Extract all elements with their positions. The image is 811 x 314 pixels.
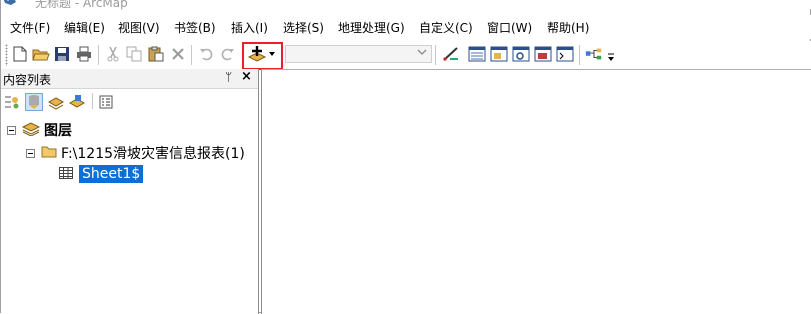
cut-icon[interactable]	[104, 45, 122, 63]
toolbar-separator	[98, 45, 99, 65]
table-node[interactable]: Sheet1$	[59, 165, 144, 183]
folder-path-label: F:\1215滑坡灾害信息报表(1)	[61, 146, 245, 162]
list-by-drawing-order-icon[interactable]	[3, 93, 21, 111]
table-icon	[59, 166, 73, 182]
menu-windows[interactable]: 窗口(W)	[487, 19, 532, 36]
toc-title: 内容列表	[3, 73, 52, 87]
list-by-selection-icon[interactable]	[68, 93, 86, 111]
layers-node[interactable]: 图层	[7, 120, 72, 140]
close-icon[interactable]: ×	[241, 69, 252, 84]
arcmap-window: 无标题 - ArcMap 文件(F) 编辑(E) 视图(V) 书签(B) 插入(…	[0, 0, 811, 314]
menu-file[interactable]: 文件(F)	[10, 19, 50, 36]
folder-icon	[41, 145, 57, 161]
add-data-highlight	[242, 42, 283, 70]
search-window-icon[interactable]	[512, 45, 530, 63]
toolbar-separator	[191, 45, 192, 65]
options-icon[interactable]	[97, 93, 115, 111]
folder-node[interactable]: F:\1215滑坡灾害信息报表(1)	[26, 143, 245, 163]
catalog-icon[interactable]	[490, 45, 508, 63]
toolbar-separator	[579, 45, 580, 65]
title-bar: 无标题 - ArcMap	[1, 0, 811, 10]
paste-icon[interactable]	[147, 45, 165, 63]
chevron-down-icon[interactable]	[417, 48, 427, 59]
model-builder-icon[interactable]	[585, 45, 603, 63]
layers-label: 图层	[44, 123, 72, 139]
pin-icon[interactable]: ᛘ	[225, 70, 232, 84]
toolbar-separator	[435, 45, 436, 65]
menu-insert[interactable]: 插入(I)	[231, 19, 268, 36]
editor-toolbar-icon[interactable]	[442, 45, 460, 63]
menu-view[interactable]: 视图(V)	[118, 19, 160, 36]
menu-bar: 文件(F) 编辑(E) 视图(V) 书签(B) 插入(I) 选择(S) 地理处理…	[1, 15, 811, 39]
delete-icon[interactable]	[169, 45, 187, 63]
toolbar-overflow-icon[interactable]	[607, 53, 615, 67]
menu-edit[interactable]: 编辑(E)	[64, 19, 105, 36]
menu-geoprocessing[interactable]: 地理处理(G)	[338, 19, 405, 36]
undo-icon[interactable]	[197, 45, 215, 63]
copy-icon[interactable]	[125, 45, 143, 63]
layers-icon	[21, 121, 41, 139]
list-by-visibility-icon[interactable]	[47, 93, 65, 111]
open-folder-icon[interactable]	[32, 45, 50, 63]
menu-bookmarks[interactable]: 书签(B)	[174, 19, 216, 36]
save-icon[interactable]	[53, 45, 71, 63]
collapse-toggle-icon[interactable]	[7, 125, 16, 135]
collapse-toggle-icon[interactable]	[26, 148, 35, 158]
list-by-source-icon[interactable]	[25, 93, 43, 111]
map-scale-combo[interactable]	[285, 45, 432, 63]
python-window-icon[interactable]	[556, 45, 574, 63]
print-icon[interactable]	[75, 45, 93, 63]
new-document-icon[interactable]	[11, 45, 29, 63]
arctoolbox-icon[interactable]	[534, 45, 552, 63]
toc-header: 内容列表 ᛘ ×	[1, 69, 258, 89]
toolbar-grip[interactable]	[5, 44, 8, 66]
table-label[interactable]: Sheet1$	[79, 165, 144, 183]
menu-customize[interactable]: 自定义(C)	[419, 19, 473, 36]
table-of-contents-icon[interactable]	[468, 45, 486, 63]
toc-separator	[92, 93, 93, 109]
map-display[interactable]	[261, 69, 811, 314]
redo-icon[interactable]	[219, 45, 237, 63]
toc-toolbar	[1, 89, 258, 113]
menu-selection[interactable]: 选择(S)	[283, 19, 324, 36]
table-of-contents-panel: 内容列表 ᛘ × 图层 F:\1215滑坡灾害信息报表(1) Sheet1$	[1, 69, 259, 314]
arcmap-logo-icon	[1, 0, 16, 7]
menu-help[interactable]: 帮助(H)	[547, 19, 589, 36]
window-title: 无标题 - ArcMap	[35, 0, 128, 10]
